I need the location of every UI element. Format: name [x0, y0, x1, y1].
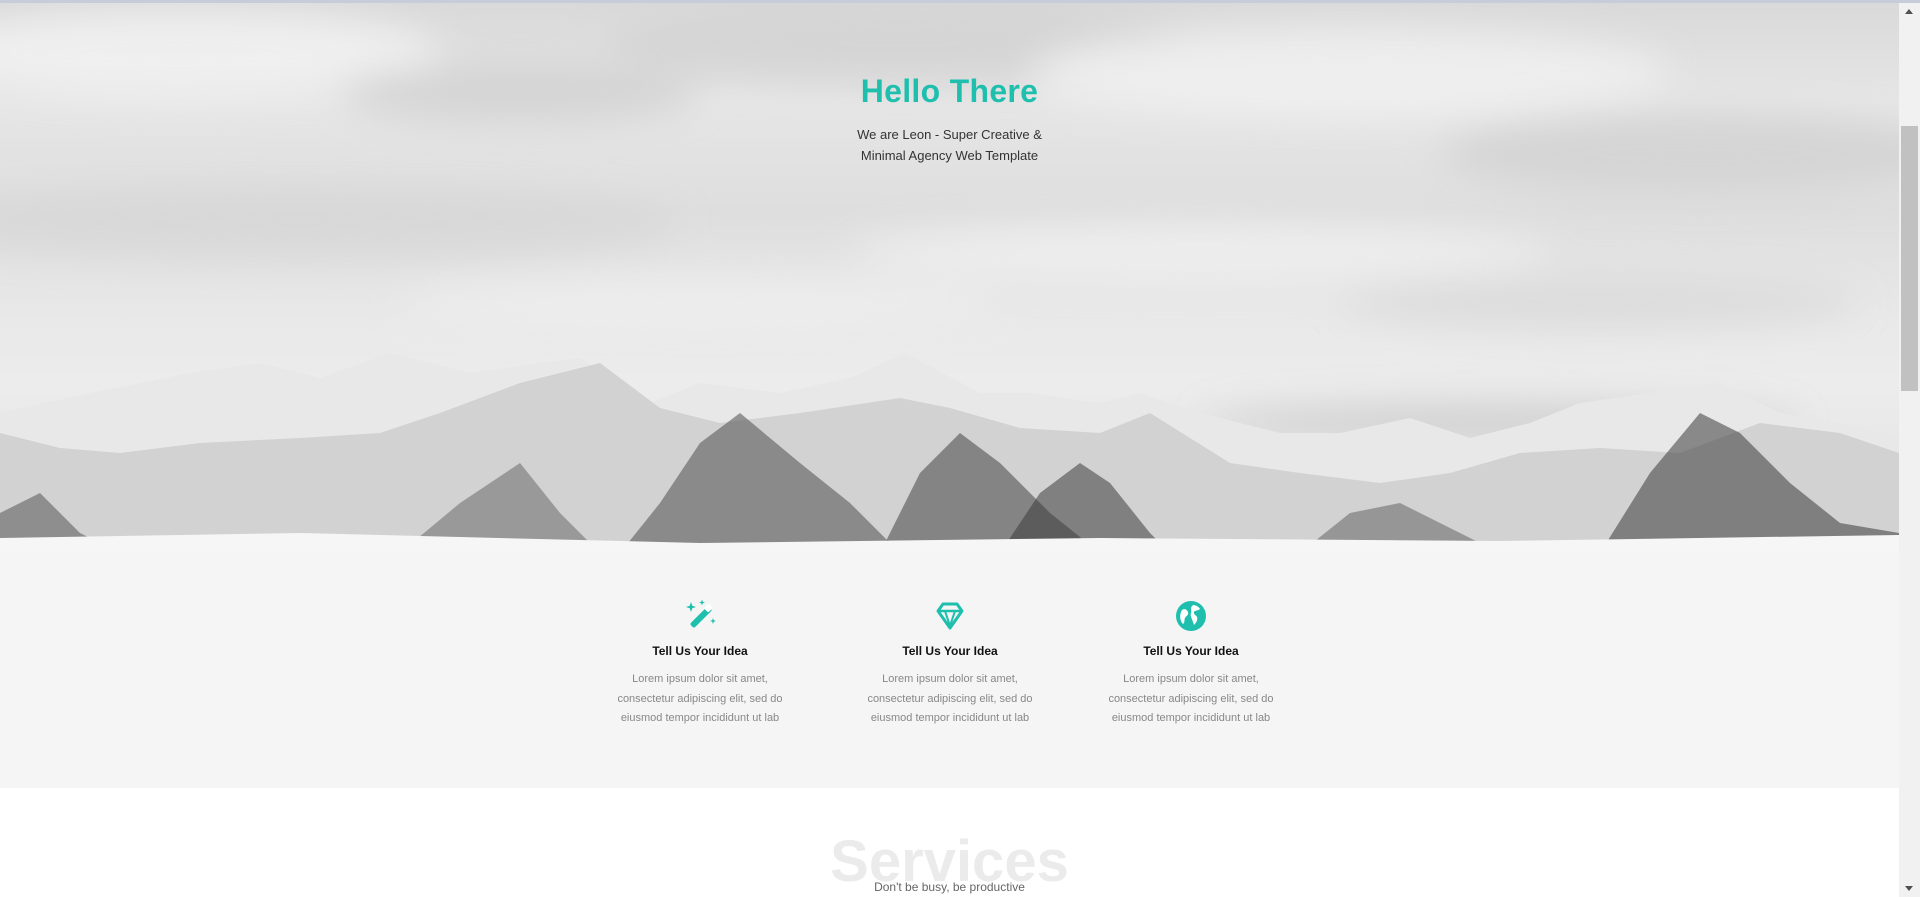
- services-tagline: Don't be busy, be productive: [874, 880, 1025, 894]
- feature-text-line: Lorem ipsum dolor sit amet,: [1123, 673, 1259, 685]
- feature-text-line: Lorem ipsum dolor sit amet,: [632, 673, 768, 685]
- feature-card: Tell Us Your Idea Lorem ipsum dolor sit …: [600, 598, 800, 729]
- feature-title: Tell Us Your Idea: [652, 644, 748, 658]
- feature-description: Lorem ipsum dolor sit amet, consectetur …: [850, 670, 1050, 729]
- feature-title: Tell Us Your Idea: [1143, 644, 1239, 658]
- feature-card: Tell Us Your Idea Lorem ipsum dolor sit …: [1091, 598, 1291, 729]
- feature-card: Tell Us Your Idea Lorem ipsum dolor sit …: [850, 598, 1050, 729]
- feature-description: Lorem ipsum dolor sit amet, consectetur …: [1091, 670, 1291, 729]
- feature-text-line: consectetur adipiscing elit, sed do: [867, 692, 1033, 705]
- window-top-border: [0, 0, 1920, 3]
- feature-text-line: consectetur adipiscing elit, sed do: [1108, 692, 1274, 705]
- hero-subtitle-line: We are Leon - Super Creative &: [857, 127, 1042, 142]
- scrollbar-thumb[interactable]: [1901, 126, 1918, 391]
- magic-wand-icon: [686, 599, 716, 628]
- services-section: Services Don't be busy, be productive: [0, 788, 1899, 897]
- scroll-down-arrow-icon[interactable]: [1899, 880, 1920, 897]
- feature-text-line: eiusmod tempor incididunt ut lab: [1111, 712, 1271, 724]
- mountain-range-illustration: [0, 353, 1899, 553]
- features-section: Tell Us Your Idea Lorem ipsum dolor sit …: [0, 553, 1899, 788]
- page: Hello There We are Leon - Super Creative…: [0, 0, 1899, 897]
- diamond-icon: [936, 602, 964, 630]
- feature-text-line: Lorem ipsum dolor sit amet,: [882, 673, 1018, 685]
- globe-icon: [1176, 601, 1206, 631]
- feature-text-line: eiusmod tempor incididunt ut lab: [870, 712, 1030, 724]
- hero-section: Hello There We are Leon - Super Creative…: [0, 3, 1899, 553]
- vertical-scrollbar[interactable]: [1899, 3, 1920, 897]
- feature-text-line: consectetur adipiscing elit, sed do: [617, 692, 783, 705]
- hero-subtitle-line: Minimal Agency Web Template: [860, 148, 1039, 163]
- feature-text-line: eiusmod tempor incididunt ut lab: [620, 712, 780, 724]
- feature-description: Lorem ipsum dolor sit amet, consectetur …: [600, 670, 800, 729]
- hero-subtitle: We are Leon - Super Creative & Minimal A…: [0, 124, 1899, 166]
- hero-title: Hello There: [860, 73, 1039, 109]
- scroll-up-arrow-icon[interactable]: [1899, 3, 1920, 20]
- feature-title: Tell Us Your Idea: [902, 644, 998, 658]
